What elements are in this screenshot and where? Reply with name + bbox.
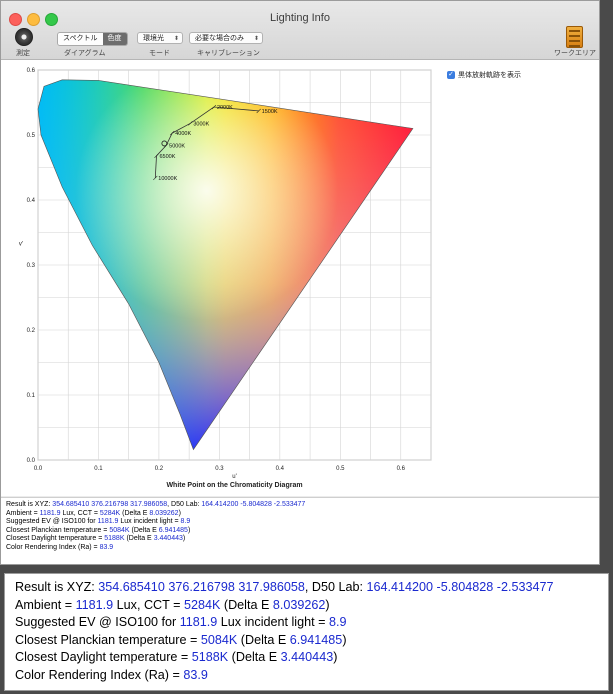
diagram-segmented-control[interactable]: スペクトル 色度 — [57, 32, 128, 46]
y-tick-label: 0.2 — [27, 328, 36, 334]
calibration-select[interactable]: 必要な場合のみ ⬍ — [189, 32, 263, 44]
x-tick-label: 0.4 — [276, 466, 285, 472]
result-daylight-line: Closest Daylight temperature = 5188K (De… — [6, 535, 186, 543]
x-tick-label: 0.6 — [397, 466, 406, 472]
x-tick-label: 0.0 — [34, 466, 43, 472]
work-area-icon[interactable] — [566, 26, 583, 48]
results-panel-small: Result is XYZ: 354.685410 376.216798 317… — [1, 497, 599, 564]
planckian-temp-label: 6500K — [160, 154, 176, 160]
result-ambient-line: Ambient = 1181.9 Lux, CCT = 5284K (Delta… — [6, 509, 181, 517]
result-planckian-line: Closest Planckian temperature = 5084K (D… — [6, 526, 191, 534]
planckian-temp-label: 4000K — [175, 131, 191, 137]
x-tick-label: 0.1 — [94, 466, 103, 472]
checkbox-checked-icon[interactable]: ✓ — [447, 71, 455, 79]
select-arrows-icon: ⬍ — [253, 36, 259, 42]
mode-label: モード — [149, 50, 170, 57]
result-ev-line: Suggested EV @ ISO100 for 1181.9 Lux inc… — [6, 518, 191, 526]
workarea-label: ワークエリア — [554, 50, 596, 57]
titlebar: Lighting Info 測定 スペクトル 色度 ダイアグラム 環境光 ⬍ モ… — [1, 1, 599, 60]
calibration-select-value: 必要な場合のみ — [195, 35, 244, 42]
result-planckian-line: Closest Planckian temperature = 5084K (D… — [15, 632, 347, 647]
chromaticity-panel: 0.0 0.1 0.2 0.3 0.4 0.5 0.6 0.0 0.1 0.2 0.3 0.4 0.5 0… — [1, 60, 599, 496]
select-arrows-icon: ⬍ — [173, 36, 179, 42]
mode-select[interactable]: 環境光 ⬍ — [137, 32, 183, 44]
y-tick-label: 0.3 — [27, 263, 36, 269]
y-tick-label: 0.1 — [27, 393, 36, 399]
y-axis-label: v' — [19, 242, 23, 248]
y-tick-label: 0.6 — [27, 68, 36, 74]
x-axis-label: u' — [232, 474, 236, 480]
lighting-info-window: Lighting Info 測定 スペクトル 色度 ダイアグラム 環境光 ⬍ モ… — [0, 0, 600, 565]
result-ambient-line: Ambient = 1181.9 Lux, CCT = 5284K (Delta… — [15, 597, 330, 612]
mode-select-value: 環境光 — [143, 35, 164, 42]
result-ev-line: Suggested EV @ ISO100 for 1181.9 Lux inc… — [15, 615, 347, 630]
planckian-temp-label: 10000K — [158, 176, 177, 182]
blackbody-locus-toggle[interactable]: ✓ 黒体放射軌跡を表示 — [447, 70, 521, 80]
y-tick-label: 0.0 — [27, 458, 36, 464]
results-panel-zoomed: Result is XYZ: 354.685410 376.216798 317… — [4, 573, 609, 691]
segment-spectrum[interactable]: スペクトル — [58, 33, 103, 45]
result-cri-line: Color Rendering Index (Ra) = 83.9 — [6, 543, 114, 551]
planckian-temp-label: 5000K — [169, 143, 185, 149]
result-xyz-line: Result is XYZ: 354.685410 376.216798 317… — [6, 501, 306, 508]
y-tick-label: 0.4 — [27, 198, 36, 204]
x-tick-label: 0.5 — [336, 466, 345, 472]
x-tick-label: 0.2 — [155, 466, 164, 472]
window-title: Lighting Info — [270, 12, 330, 24]
result-xyz-line: Result is XYZ: 354.685410 376.216798 317… — [15, 580, 554, 594]
planckian-temp-label: 1500K — [262, 109, 278, 115]
diagram-label: ダイアグラム — [64, 50, 106, 57]
planckian-temp-label: 2000K — [217, 105, 233, 111]
result-daylight-line: Closest Daylight temperature = 5188K (De… — [15, 650, 338, 665]
calibration-label: キャリブレーション — [197, 50, 260, 57]
blackbody-checkbox-label: 黒体放射軌跡を表示 — [458, 72, 521, 79]
result-cri-line: Color Rendering Index (Ra) = 83.9 — [15, 667, 208, 682]
chromaticity-chart: 0.0 0.1 0.2 0.3 0.4 0.5 0.6 0.0 0.1 0.2 0.3 0.4 0.5 0… — [19, 68, 432, 489]
measure-meter-icon[interactable] — [15, 28, 33, 46]
chart-title: White Point on the Chromaticity Diagram — [166, 482, 302, 489]
segment-chromaticity[interactable]: 色度 — [102, 33, 127, 45]
y-tick-label: 0.5 — [27, 133, 36, 139]
measure-label: 測定 — [16, 50, 30, 57]
planckian-temp-label: 3000K — [193, 121, 209, 127]
x-tick-label: 0.3 — [215, 466, 224, 472]
